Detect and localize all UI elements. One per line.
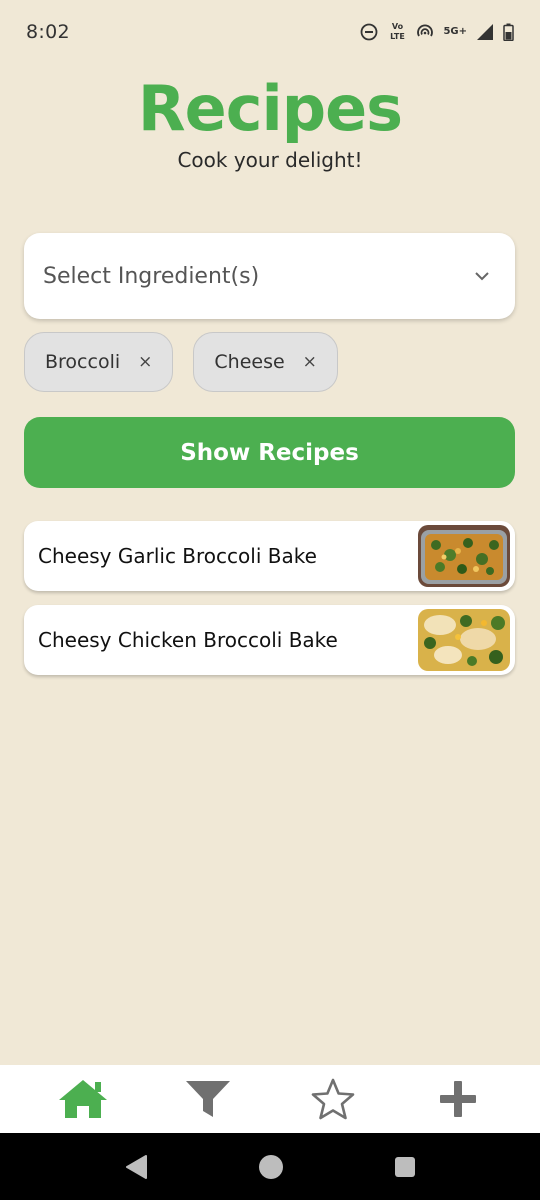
do-not-disturb-icon [361, 23, 378, 41]
casserole-photo-icon [418, 525, 510, 587]
ingredient-chip-label: Cheese [214, 351, 285, 373]
back-triangle-icon [126, 1154, 147, 1179]
ingredient-select-placeholder: Select Ingredient(s) [43, 263, 260, 289]
status-time: 8:02 [26, 21, 70, 43]
chicken-bake-photo-icon [418, 609, 510, 671]
status-icons: Vo LTE 5G+ [360, 22, 514, 42]
network-type-label: 5G+ [443, 26, 467, 37]
nav-filter-button[interactable] [173, 1069, 243, 1129]
recipe-name: Cheesy Chicken Broccoli Bake [38, 628, 338, 652]
recipe-list-item[interactable]: Cheesy Garlic Broccoli Bake [24, 521, 515, 591]
ingredient-chip: Broccoli × [24, 332, 174, 392]
recipe-list-item[interactable]: Cheesy Chicken Broccoli Bake [24, 605, 515, 675]
bottom-navigation [0, 1065, 540, 1133]
system-recents-button[interactable] [394, 1156, 416, 1178]
ingredient-chip: Cheese × [193, 332, 338, 392]
battery-icon [503, 23, 514, 41]
status-bar: 8:02 Vo LTE 5G+ [0, 0, 540, 64]
recipe-thumbnail [418, 525, 510, 587]
filter-icon [185, 1081, 230, 1117]
remove-chip-button[interactable]: × [303, 352, 317, 372]
system-home-button[interactable] [258, 1154, 284, 1180]
hotspot-icon [417, 24, 434, 37]
recents-square-icon [395, 1156, 415, 1177]
nav-home-button[interactable] [48, 1069, 118, 1129]
recipe-name: Cheesy Garlic Broccoli Bake [38, 544, 317, 568]
system-back-button[interactable] [124, 1154, 148, 1180]
volte-icon: Vo LTE [390, 22, 405, 41]
app-screen: 8:02 Vo LTE 5G+ Recipes Cook your deligh… [0, 0, 540, 1200]
home-circle-icon [259, 1154, 283, 1179]
signal-icon [477, 24, 493, 40]
page-subtitle: Cook your delight! [177, 148, 363, 172]
ingredient-select[interactable]: Select Ingredient(s) [24, 233, 515, 319]
nav-add-button[interactable] [423, 1069, 493, 1129]
chevron-down-icon [475, 272, 489, 281]
home-icon [58, 1080, 107, 1118]
show-recipes-button[interactable]: Show Recipes [24, 417, 515, 488]
selected-ingredient-chips: Broccoli × Cheese × [24, 332, 338, 392]
ingredient-chip-label: Broccoli [45, 351, 121, 373]
recipe-thumbnail [418, 609, 510, 671]
nav-favorites-button[interactable] [298, 1069, 368, 1129]
page-title: Recipes [137, 72, 403, 145]
star-icon [311, 1078, 354, 1120]
remove-chip-button[interactable]: × [138, 352, 152, 372]
system-navigation-bar [0, 1133, 540, 1200]
plus-icon [439, 1081, 476, 1117]
